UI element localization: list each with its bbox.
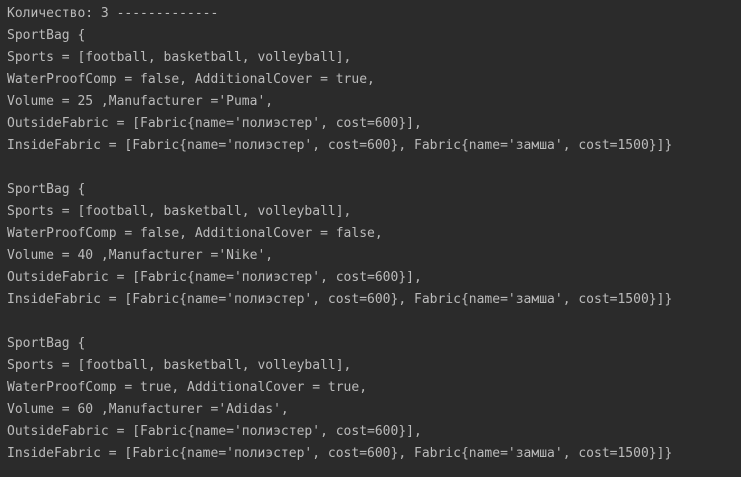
bag-3-flags-line: WaterProofComp = true, AdditionalCover =… <box>7 380 368 395</box>
bag-2-open-line: SportBag { <box>7 182 86 197</box>
bag-2-flags-line: WaterProofComp = false, AdditionalCover … <box>7 226 383 241</box>
console-output[interactable]: Количество: 3 ------------- SportBag { S… <box>0 0 741 477</box>
bag-1-outside-fabric-line: OutsideFabric = [Fabric{name='полиэстер'… <box>7 116 422 131</box>
bag-1-flags-line: WaterProofComp = false, AdditionalCover … <box>7 72 375 87</box>
console-header-line: Количество: 3 ------------- <box>7 6 219 21</box>
bag-3-sports-line: Sports = [football, basketball, volleyba… <box>7 358 352 373</box>
bag-2-outside-fabric-line: OutsideFabric = [Fabric{name='полиэстер'… <box>7 270 422 285</box>
bag-3-outside-fabric-line: OutsideFabric = [Fabric{name='полиэстер'… <box>7 424 422 439</box>
bag-2-inside-fabric-line: InsideFabric = [Fabric{name='полиэстер',… <box>7 292 673 307</box>
bag-3-inside-fabric-line: InsideFabric = [Fabric{name='полиэстер',… <box>7 446 673 461</box>
bag-1-inside-fabric-line: InsideFabric = [Fabric{name='полиэстер',… <box>7 138 673 153</box>
bag-3-open-line: SportBag { <box>7 336 86 351</box>
bag-1-open-line: SportBag { <box>7 28 86 43</box>
bag-3-volume-line: Volume = 60 ,Manufacturer ='Adidas', <box>7 402 289 417</box>
bag-2-sports-line: Sports = [football, basketball, volleyba… <box>7 204 352 219</box>
bag-1-sports-line: Sports = [football, basketball, volleyba… <box>7 50 352 65</box>
bag-2-volume-line: Volume = 40 ,Manufacturer ='Nike', <box>7 248 274 263</box>
bag-1-volume-line: Volume = 25 ,Manufacturer ='Puma', <box>7 94 274 109</box>
